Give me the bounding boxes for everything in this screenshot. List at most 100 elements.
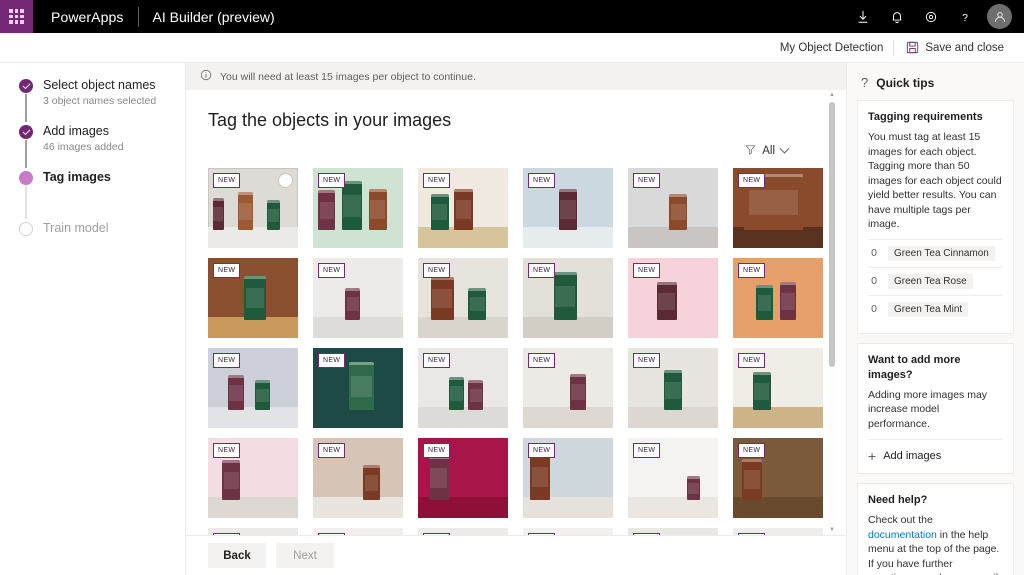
new-badge: NEW	[213, 263, 240, 278]
help-icon: ?	[861, 75, 868, 90]
image-thumbnail[interactable]: NEW	[523, 528, 613, 535]
sidebar-item-select-object-names[interactable]: Select object names 3 object names selec…	[0, 77, 185, 123]
back-button[interactable]: Back	[208, 543, 266, 568]
save-and-close-button[interactable]: Save and close	[894, 41, 1012, 54]
image-thumbnail[interactable]: NEW	[313, 348, 403, 428]
tea-tin-object	[687, 476, 700, 500]
waffle-grid-icon	[9, 9, 24, 24]
download-icon[interactable]	[846, 0, 880, 33]
image-thumbnail[interactable]: NEW	[208, 438, 298, 518]
image-thumbnail[interactable]: NEW	[313, 258, 403, 338]
step-marker	[13, 220, 39, 250]
image-thumbnail[interactable]: NEW	[628, 348, 718, 428]
image-thumbnail[interactable]: NEW	[313, 528, 403, 535]
select-checkbox[interactable]	[278, 173, 293, 188]
image-thumbnail[interactable]: NEW	[523, 348, 613, 428]
photo-surface	[418, 497, 508, 518]
tea-tin-object	[742, 459, 762, 501]
step-connector	[25, 186, 27, 219]
sidebar-item-add-images[interactable]: Add images 46 images added	[0, 123, 185, 169]
image-thumbnail[interactable]: NEW	[418, 258, 508, 338]
image-thumbnail[interactable]: NEW	[418, 348, 508, 428]
scroll-up-icon[interactable]: ▲	[828, 90, 836, 100]
image-thumbnail[interactable]: NEW	[523, 438, 613, 518]
photo-surface	[628, 497, 718, 518]
photo-surface	[208, 227, 298, 248]
step-text: Train model	[39, 220, 109, 250]
image-thumbnail[interactable]: NEW	[733, 258, 823, 338]
tag-count-row[interactable]: 0Green Tea Cinnamon	[868, 239, 1003, 267]
add-images-button[interactable]: + Add images	[868, 439, 1003, 463]
tin-label	[365, 475, 379, 490]
image-thumbnail[interactable]: NEW	[418, 528, 508, 535]
image-thumbnail[interactable]: NEW	[208, 348, 298, 428]
image-thumbnail[interactable]: NEW	[418, 168, 508, 248]
tea-tin-object	[664, 370, 682, 410]
add-more-images-title: Want to add more images?	[868, 353, 1003, 383]
image-thumbnail[interactable]: NEW	[208, 258, 298, 338]
tin-label	[343, 195, 360, 217]
sidebar-item-tag-images[interactable]: Tag images	[0, 169, 185, 220]
model-name-label: My Object Detection	[770, 42, 894, 54]
photo-surface	[313, 407, 403, 428]
photo-surface	[208, 317, 298, 338]
image-grid-scrollbar[interactable]: ▲ ▼	[828, 90, 836, 535]
image-thumbnail[interactable]: NEW	[628, 528, 718, 535]
image-thumbnail[interactable]: NEW	[523, 258, 613, 338]
tag-count: 0	[870, 275, 878, 287]
image-thumbnail[interactable]: NEW	[208, 528, 298, 535]
image-thumbnail[interactable]: NEW	[523, 168, 613, 248]
tea-tin-object	[349, 362, 374, 410]
avatar[interactable]	[987, 4, 1012, 29]
tea-tin-object	[570, 374, 586, 411]
tea-tin-object	[238, 192, 253, 230]
documentation-link[interactable]: documentation	[868, 529, 937, 541]
image-thumbnail[interactable]: NEW	[733, 528, 823, 535]
info-banner: You will need at least 15 images per obj…	[186, 63, 846, 90]
image-thumbnail[interactable]: NEW	[313, 438, 403, 518]
image-thumbnail[interactable]: NEW	[628, 438, 718, 518]
tag-count-row[interactable]: 0Green Tea Mint	[868, 295, 1003, 323]
image-thumbnail[interactable]: NEW	[733, 438, 823, 518]
tin-label	[256, 389, 269, 402]
step-current-icon	[19, 171, 33, 185]
app-name-ai-builder[interactable]: AI Builder (preview)	[139, 9, 289, 25]
tagging-requirements-card: Tagging requirements You must tag at lea…	[857, 100, 1014, 334]
tin-label	[432, 204, 447, 220]
tin-label	[347, 297, 359, 311]
new-badge: NEW	[318, 353, 345, 368]
help-icon[interactable]: ?	[948, 0, 982, 33]
image-thumbnail[interactable]: NEW	[628, 168, 718, 248]
photo-surface	[418, 317, 508, 338]
gear-icon[interactable]	[914, 0, 948, 33]
image-thumbnail[interactable]: NEW	[733, 168, 823, 248]
step-title: Train model	[43, 220, 109, 236]
step-subtitle	[43, 186, 111, 206]
bell-icon[interactable]	[880, 0, 914, 33]
need-help-title: Need help?	[868, 493, 1003, 508]
image-thumbnail[interactable]: NEW	[733, 348, 823, 428]
tag-name-chip: Green Tea Mint	[888, 302, 968, 317]
filter-label: All	[762, 145, 775, 157]
step-subtitle: 3 object names selected	[43, 94, 156, 109]
tea-tin-object	[449, 377, 464, 411]
image-thumbnail[interactable]: NEW	[418, 438, 508, 518]
step-marker	[13, 123, 39, 169]
photo-surface	[313, 227, 403, 248]
image-thumbnail[interactable]: NEW	[208, 168, 298, 248]
step-connector	[25, 94, 27, 122]
new-badge: NEW	[633, 263, 660, 278]
image-thumbnail[interactable]: NEW	[628, 258, 718, 338]
new-badge: NEW	[738, 533, 765, 535]
filter-all-dropdown[interactable]: All	[745, 144, 788, 158]
tag-count-row[interactable]: 0Green Tea Rose	[868, 267, 1003, 295]
scrollbar-thumb[interactable]	[829, 102, 835, 367]
sidebar-item-train-model[interactable]: Train model	[0, 220, 185, 250]
image-thumbnail[interactable]: NEW	[313, 168, 403, 248]
brand-powerapps[interactable]: PowerApps	[33, 9, 138, 25]
scroll-down-icon[interactable]: ▼	[828, 525, 836, 535]
photo-surface	[208, 407, 298, 428]
new-badge: NEW	[633, 353, 660, 368]
app-launcher-waffle-icon[interactable]	[0, 0, 33, 33]
page-title: Tag the objects in your images	[208, 108, 816, 132]
